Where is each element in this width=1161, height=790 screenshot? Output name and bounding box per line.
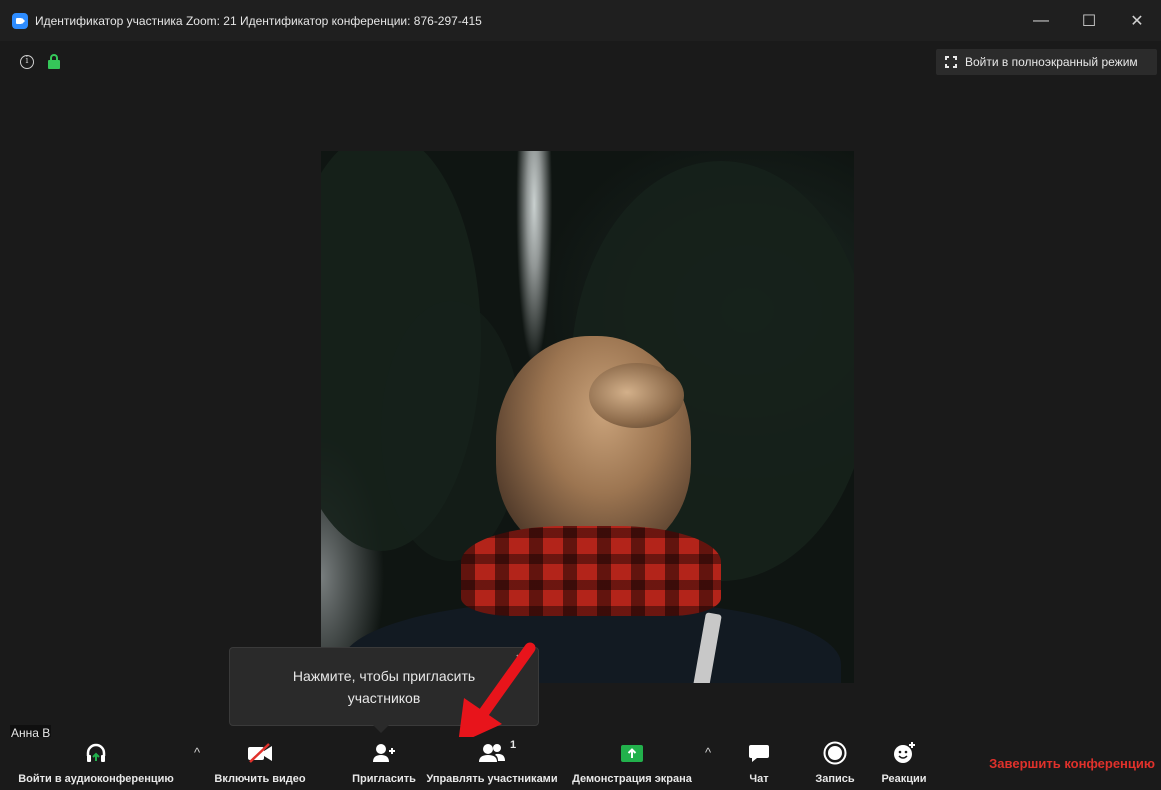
chat-icon [748, 737, 770, 769]
reactions-button[interactable]: Реакции [876, 737, 932, 790]
fullscreen-button[interactable]: Войти в полноэкранный режим [936, 49, 1157, 75]
join-audio-label: Войти в аудиоконференцию [18, 773, 174, 785]
share-screen-button[interactable]: Демонстрация экрана [566, 737, 698, 790]
close-window-button[interactable]: ✕ [1113, 0, 1161, 41]
chat-label: Чат [749, 773, 769, 785]
chat-button[interactable]: Чат [736, 737, 782, 790]
manage-participants-button[interactable]: 1 Управлять участниками [422, 737, 562, 790]
add-user-icon [372, 737, 396, 769]
window-title: Идентификатор участника Zoom: 21 Идентиф… [35, 13, 482, 28]
record-label: Запись [815, 773, 855, 785]
smiley-plus-icon [892, 737, 916, 769]
share-screen-label: Демонстрация экрана [572, 773, 692, 785]
tooltip-tail [373, 725, 389, 733]
end-meeting-button[interactable]: Завершить конференцию [989, 756, 1155, 771]
fullscreen-icon [945, 56, 957, 68]
video-off-icon [247, 737, 273, 769]
meeting-area: i Войти в полноэкранный режим Анна В [0, 41, 1161, 741]
participant-video [321, 151, 854, 683]
lock-icon[interactable] [48, 54, 60, 70]
maximize-button[interactable]: ☐ [1065, 0, 1113, 41]
fullscreen-label: Войти в полноэкранный режим [965, 55, 1138, 69]
join-audio-button[interactable]: Войти в аудиоконференцию [10, 737, 182, 790]
meeting-toolbar: Войти в аудиоконференцию ^ Включить виде… [0, 737, 1161, 790]
record-icon [823, 737, 847, 769]
red-arrow-icon [458, 642, 536, 744]
invite-button[interactable]: Пригласить [348, 737, 420, 790]
participants-icon: 1 [478, 737, 516, 769]
minimize-button[interactable]: — [1017, 0, 1065, 41]
zoom-app-icon [12, 12, 28, 29]
window-controls: — ☐ ✕ [1017, 0, 1161, 41]
start-video-button[interactable]: Включить видео [210, 737, 310, 790]
info-icon[interactable]: i [20, 55, 34, 69]
share-screen-icon [620, 737, 644, 769]
participants-count-badge: 1 [510, 739, 517, 751]
reactions-label: Реакции [881, 773, 927, 785]
manage-participants-label: Управлять участниками [426, 773, 558, 785]
start-video-label: Включить видео [214, 773, 306, 785]
audio-options-chevron-icon[interactable]: ^ [189, 745, 205, 761]
invite-label: Пригласить [352, 773, 416, 785]
headphones-icon [85, 737, 107, 769]
share-options-chevron-icon[interactable]: ^ [700, 745, 716, 761]
title-bar: Идентификатор участника Zoom: 21 Идентиф… [0, 0, 1161, 41]
record-button[interactable]: Запись [808, 737, 862, 790]
